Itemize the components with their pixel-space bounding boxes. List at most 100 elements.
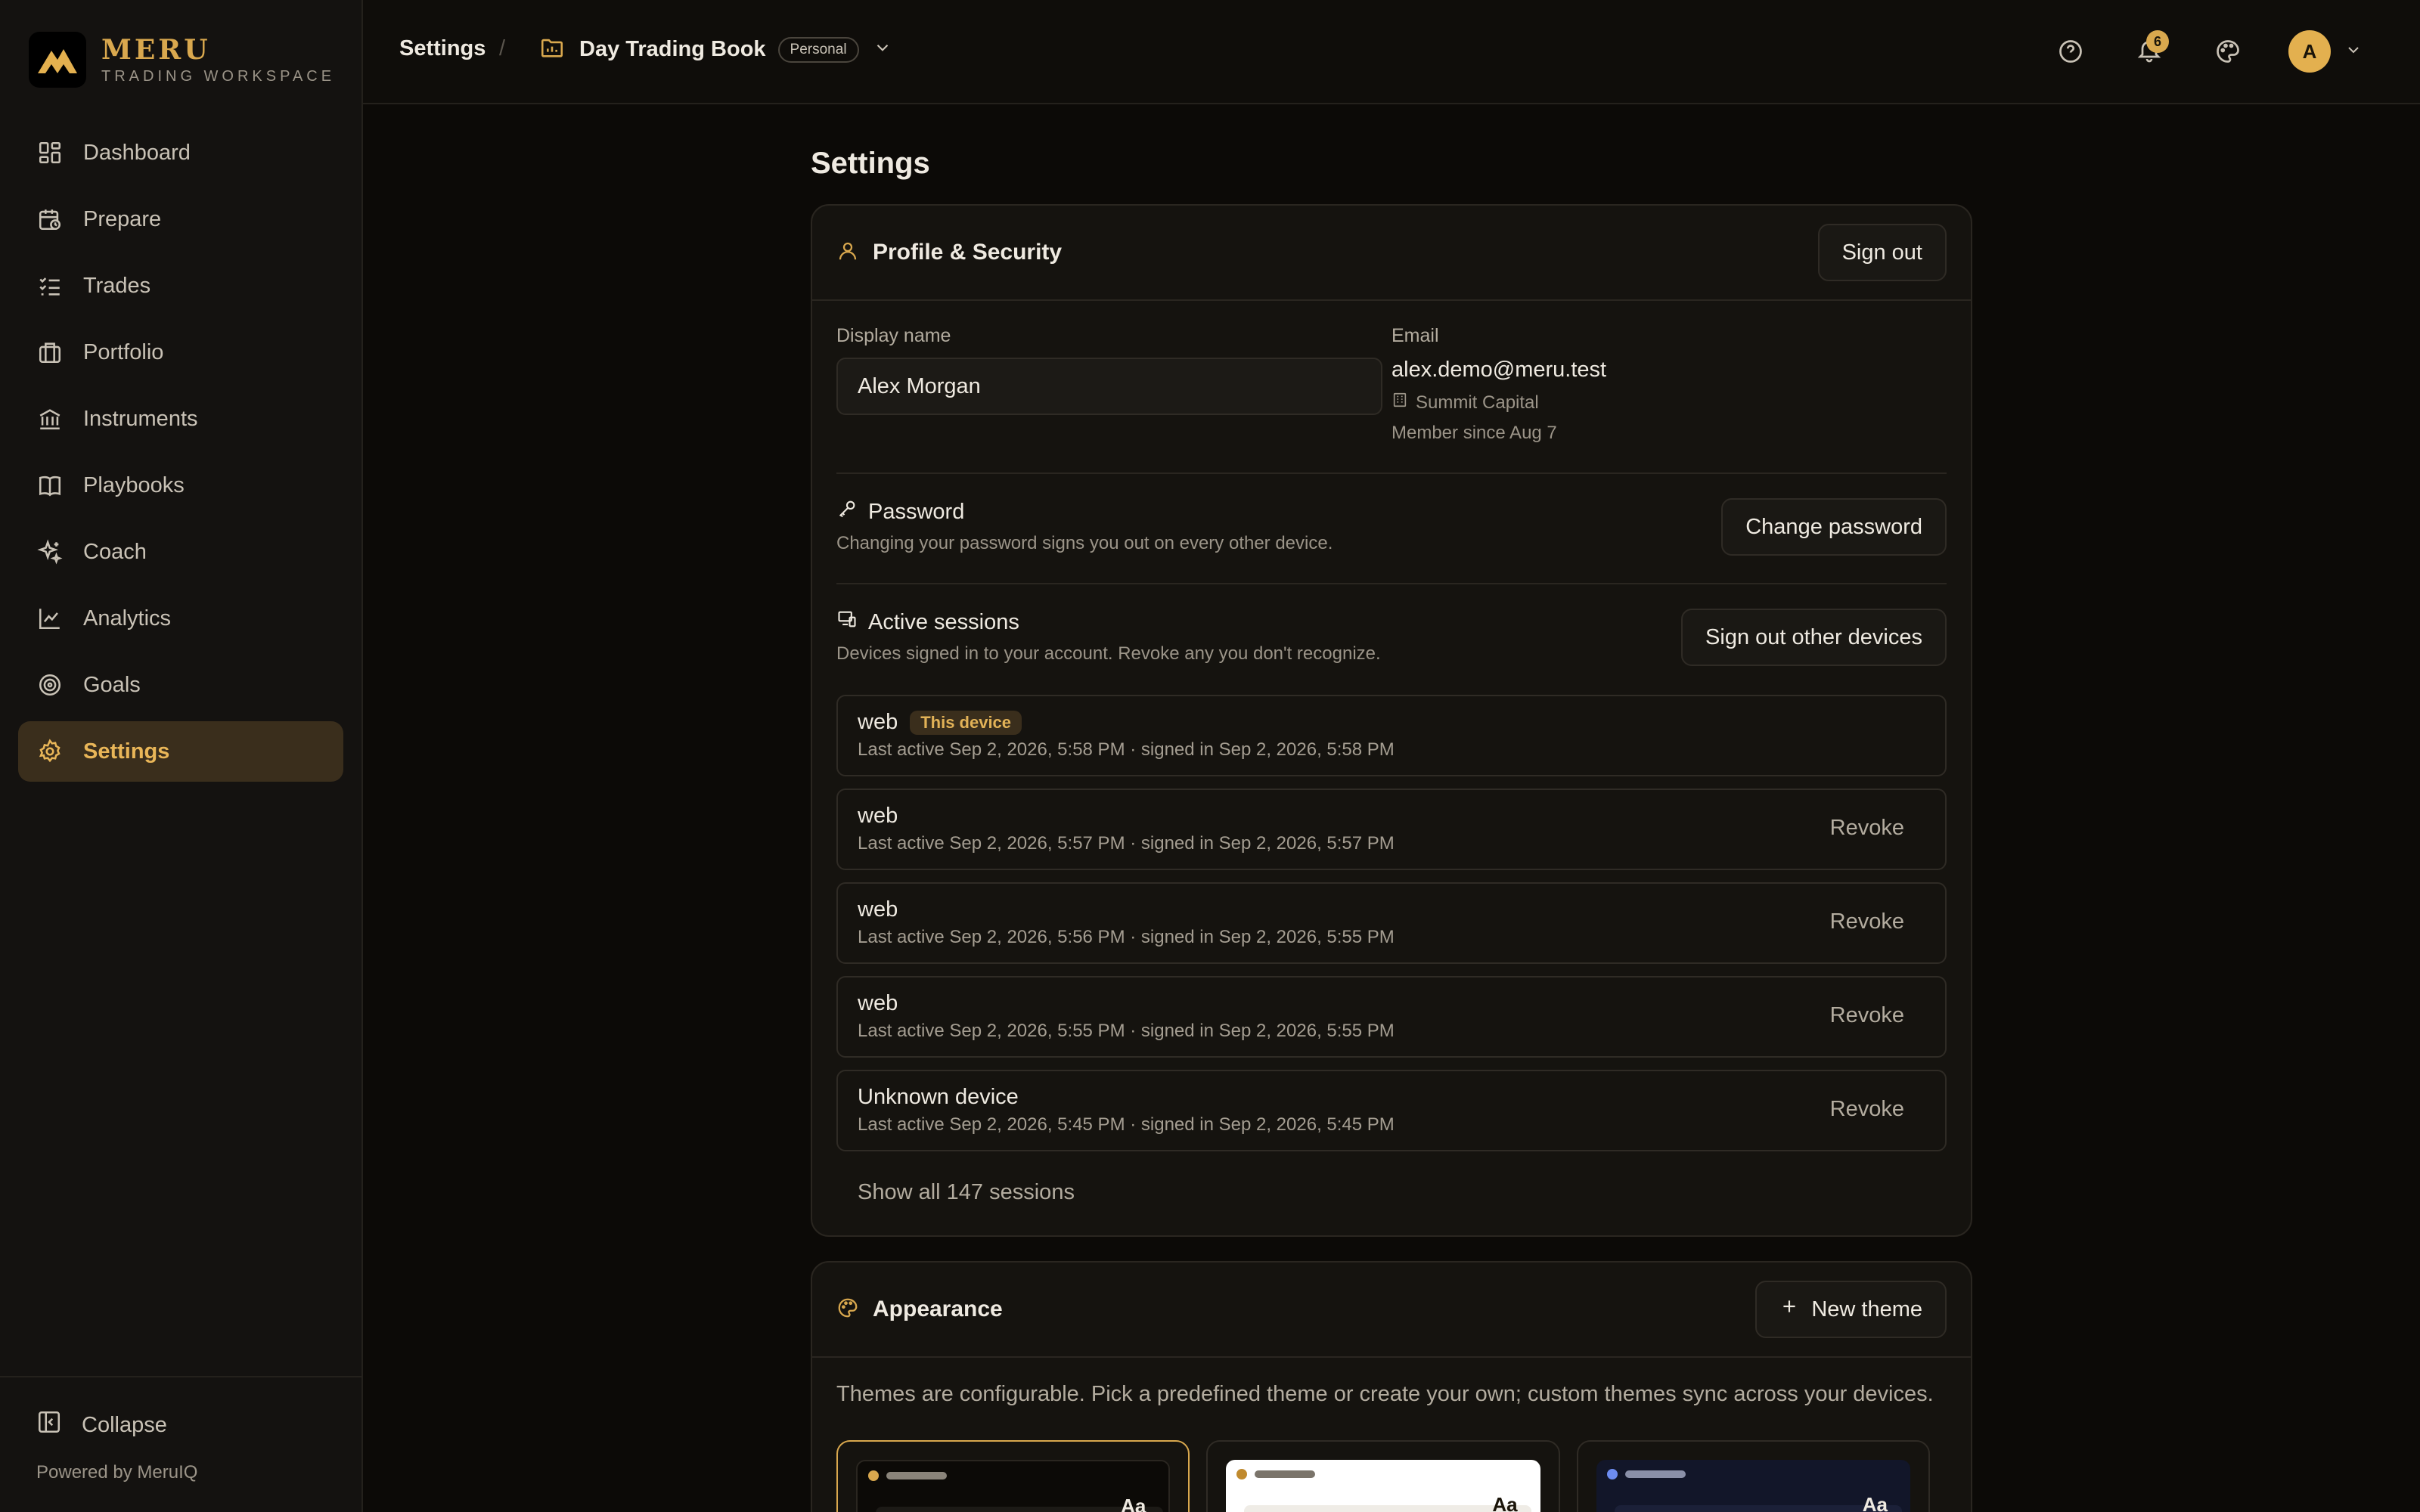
session-row: Unknown device Last active Sep 2, 2026, … <box>836 1070 1947 1151</box>
session-meta: Last active Sep 2, 2026, 5:45 PM · signe… <box>858 1114 1395 1135</box>
sidebar-item-label: Playbooks <box>83 472 185 497</box>
revoke-button[interactable]: Revoke <box>1810 813 1924 844</box>
card-title: Appearance <box>873 1297 1003 1321</box>
session-meta: Last active Sep 2, 2026, 5:58 PM · signe… <box>858 739 1395 760</box>
palette-icon[interactable] <box>2205 29 2251 74</box>
sidebar-item-trades[interactable]: Trades <box>18 256 343 316</box>
app-subtitle: TRADING WORKSPACE <box>101 67 336 85</box>
session-name: web <box>858 897 898 922</box>
notification-count-badge: 6 <box>2146 30 2169 53</box>
new-theme-label: New theme <box>1811 1297 1922 1321</box>
display-name-field[interactable]: Alex Morgan <box>836 358 1382 415</box>
sidebar-item-label: Trades <box>83 273 151 298</box>
building-icon <box>1392 392 1408 414</box>
user-icon <box>836 240 859 266</box>
revoke-button[interactable]: Revoke <box>1810 906 1924 937</box>
divider <box>836 472 1947 474</box>
theme-preview-text: Aa <box>1121 1495 1146 1512</box>
theme-card-dark-gold[interactable]: Aa <box>836 1440 1190 1512</box>
folder-chart-icon <box>538 35 566 64</box>
palette-icon <box>836 1297 859 1323</box>
session-row: web Last active Sep 2, 2026, 5:55 PM · s… <box>836 976 1947 1058</box>
user-menu[interactable]: A <box>2284 29 2367 74</box>
sidebar-item-coach[interactable]: Coach <box>18 522 343 582</box>
breadcrumb-settings[interactable]: Settings <box>399 36 486 61</box>
theme-card-navy[interactable]: Aa <box>1576 1440 1930 1512</box>
session-row: web Last active Sep 2, 2026, 5:57 PM · s… <box>836 789 1947 870</box>
page-title: Settings <box>811 147 930 180</box>
plus-icon <box>1779 1297 1799 1322</box>
sidebar-nav: Dashboard Prepare Trades Portfolio Instr… <box>18 122 343 788</box>
help-icon[interactable] <box>2048 29 2093 74</box>
collapse-label: Collapse <box>82 1412 167 1437</box>
sidebar-item-goals[interactable]: Goals <box>18 655 343 715</box>
theme-preview-text: Aa <box>1862 1493 1888 1512</box>
settings-main: Settings Profile & Security Sign out Dis… <box>811 104 1972 1512</box>
key-icon <box>836 498 858 525</box>
app-logo[interactable]: MERU TRADING WORKSPACE <box>29 32 335 88</box>
line-chart-icon <box>36 605 64 632</box>
sessions-section: Active sessions Devices signed in to you… <box>836 609 1947 666</box>
appearance-card: Appearance New theme Themes are configur… <box>811 1261 1972 1512</box>
theme-dot <box>1236 1468 1248 1479</box>
sidebar-item-label: Coach <box>83 539 147 564</box>
theme-list: Aa Aa Aa <box>836 1440 1947 1512</box>
revoke-button[interactable]: Revoke <box>1810 1000 1924 1031</box>
list-checks-icon <box>36 272 64 299</box>
notifications-button[interactable]: 6 <box>2127 29 2172 74</box>
theme-card-light[interactable]: Aa <box>1206 1440 1560 1512</box>
sessions-title: Active sessions <box>868 609 1019 634</box>
appearance-description: Themes are configurable. Pick a predefin… <box>836 1382 1934 1406</box>
session-meta: Last active Sep 2, 2026, 5:55 PM · signe… <box>858 1021 1395 1041</box>
app-name: MERU <box>101 33 211 66</box>
session-name: web <box>858 804 898 828</box>
chevron-down-icon[interactable] <box>873 38 892 61</box>
member-since: Member since Aug 7 <box>1392 423 1557 443</box>
sidebar-item-analytics[interactable]: Analytics <box>18 588 343 649</box>
book-badge: Personal <box>777 36 859 63</box>
sidebar-item-prepare[interactable]: Prepare <box>18 189 343 249</box>
organization-name: Summit Capital <box>1416 392 1539 413</box>
top-bar: Settings / Day Trading Book Personal 6 A <box>363 0 2420 104</box>
sign-out-button[interactable]: Sign out <box>1817 224 1947 281</box>
briefcase-icon <box>36 339 64 366</box>
this-device-tag: This device <box>910 710 1022 735</box>
target-icon <box>36 671 64 699</box>
session-name: web <box>858 710 898 734</box>
revoke-button[interactable]: Revoke <box>1810 1094 1924 1125</box>
session-row: web This device Last active Sep 2, 2026, … <box>836 695 1947 776</box>
sidebar-item-settings[interactable]: Settings <box>18 721 343 782</box>
theme-preview-text: Aa <box>1492 1493 1518 1512</box>
email-label: Email <box>1392 325 1439 346</box>
book-switcher[interactable]: Day Trading Book Personal <box>538 35 892 64</box>
sidebar: MERU TRADING WORKSPACE Dashboard Prepare… <box>0 0 363 1512</box>
sidebar-item-instruments[interactable]: Instruments <box>18 389 343 449</box>
session-row: web Last active Sep 2, 2026, 5:56 PM · s… <box>836 882 1947 964</box>
sidebar-item-portfolio[interactable]: Portfolio <box>18 322 343 383</box>
change-password-button[interactable]: Change password <box>1721 498 1947 556</box>
sidebar-item-label: Analytics <box>83 606 172 631</box>
new-theme-button[interactable]: New theme <box>1755 1281 1947 1338</box>
book-icon <box>36 472 64 499</box>
session-name: Unknown device <box>858 1085 1019 1109</box>
sidebar-item-label: Instruments <box>83 406 198 431</box>
email-value: alex.demo@meru.test <box>1392 358 1607 382</box>
breadcrumb-separator: / <box>499 36 506 60</box>
show-all-sessions-link[interactable]: Show all 147 sessions <box>858 1180 1947 1205</box>
sparkles-icon <box>36 538 64 565</box>
sidebar-footer: Collapse Powered by MeruIQ <box>0 1376 361 1512</box>
display-name-label: Display name <box>836 325 951 346</box>
gear-icon <box>36 738 64 765</box>
devices-icon <box>836 609 858 636</box>
powered-by: Powered by MeruIQ <box>36 1462 198 1483</box>
sidebar-item-label: Dashboard <box>83 140 191 165</box>
sidebar-collapse-icon <box>36 1409 62 1441</box>
sidebar-item-playbooks[interactable]: Playbooks <box>18 455 343 516</box>
book-name: Day Trading Book <box>579 37 766 61</box>
session-name: web <box>858 991 898 1015</box>
sign-out-other-devices-button[interactable]: Sign out other devices <box>1681 609 1947 666</box>
theme-dot <box>868 1470 879 1481</box>
collapse-button[interactable]: Collapse <box>36 1409 167 1441</box>
divider <box>836 583 1947 584</box>
sidebar-item-dashboard[interactable]: Dashboard <box>18 122 343 183</box>
